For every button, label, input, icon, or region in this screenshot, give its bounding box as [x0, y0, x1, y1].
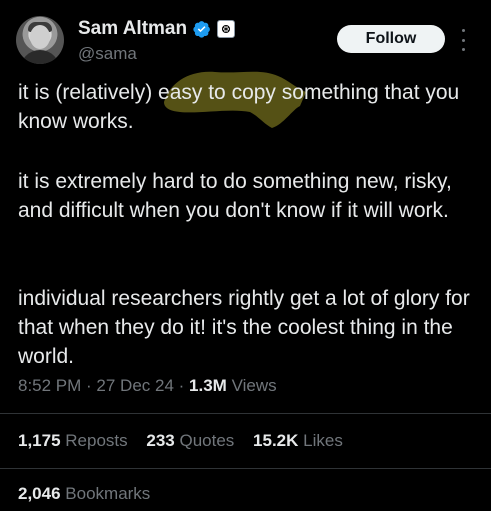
more-dot: [461, 48, 465, 51]
bookmarks-stat[interactable]: 2,046 Bookmarks: [18, 484, 150, 504]
tweet-detail: Sam Altman @sama Follow it is (relativel…: [0, 0, 491, 511]
tweet-highlighted-text: easy to copy: [158, 81, 276, 104]
quotes-label: Quotes: [179, 431, 235, 450]
avatar-face: [30, 25, 50, 49]
likes-count: 15.2K: [253, 431, 299, 450]
openai-affiliate-icon[interactable]: [217, 20, 236, 38]
tweet-paragraph-2: it is extremely hard to do something new…: [18, 170, 452, 222]
tweet-paragraph-1: it is (relatively) easy to copy somethin…: [18, 78, 478, 136]
avatar[interactable]: [16, 16, 64, 64]
likes-stat[interactable]: 15.2K Likes: [253, 431, 343, 450]
reposts-count: 1,175: [18, 431, 61, 450]
likes-label: Likes: [303, 431, 343, 450]
author-name-row: Sam Altman: [78, 18, 236, 40]
reposts-label: Reposts: [65, 431, 128, 450]
more-dot: [461, 38, 465, 42]
tweet-meta: 8:52 PM · 27 Dec 24 · 1.3M Views: [18, 376, 277, 395]
views-count: 1.3M: [189, 376, 227, 395]
tweet-paragraph-3: individual researchers rightly get a lot…: [18, 287, 470, 368]
divider: [0, 468, 491, 469]
tweet-text-before-highlight: it is (relatively): [18, 81, 159, 104]
quotes-count: 233: [146, 431, 175, 450]
author-handle[interactable]: @sama: [78, 44, 137, 64]
views-label: Views: [231, 376, 277, 395]
quotes-stat[interactable]: 233 Quotes: [146, 431, 234, 450]
more-options-icon[interactable]: [458, 29, 468, 51]
divider: [0, 413, 491, 414]
tweet-date[interactable]: 27 Dec 24: [96, 376, 174, 395]
author-name[interactable]: Sam Altman: [78, 18, 187, 40]
more-dot: [461, 29, 465, 32]
bookmarks-label: Bookmarks: [65, 484, 151, 503]
tweet-time[interactable]: 8:52 PM: [18, 376, 81, 395]
bookmarks-count: 2,046: [18, 484, 61, 503]
reposts-stat[interactable]: 1,175 Reposts: [18, 431, 128, 450]
follow-button[interactable]: Follow: [337, 25, 445, 53]
engagement-stats: 1,175 Reposts 233 Quotes 15.2K Likes: [18, 431, 343, 451]
verified-badge-icon[interactable]: [193, 20, 211, 38]
avatar-shirt: [20, 50, 60, 64]
